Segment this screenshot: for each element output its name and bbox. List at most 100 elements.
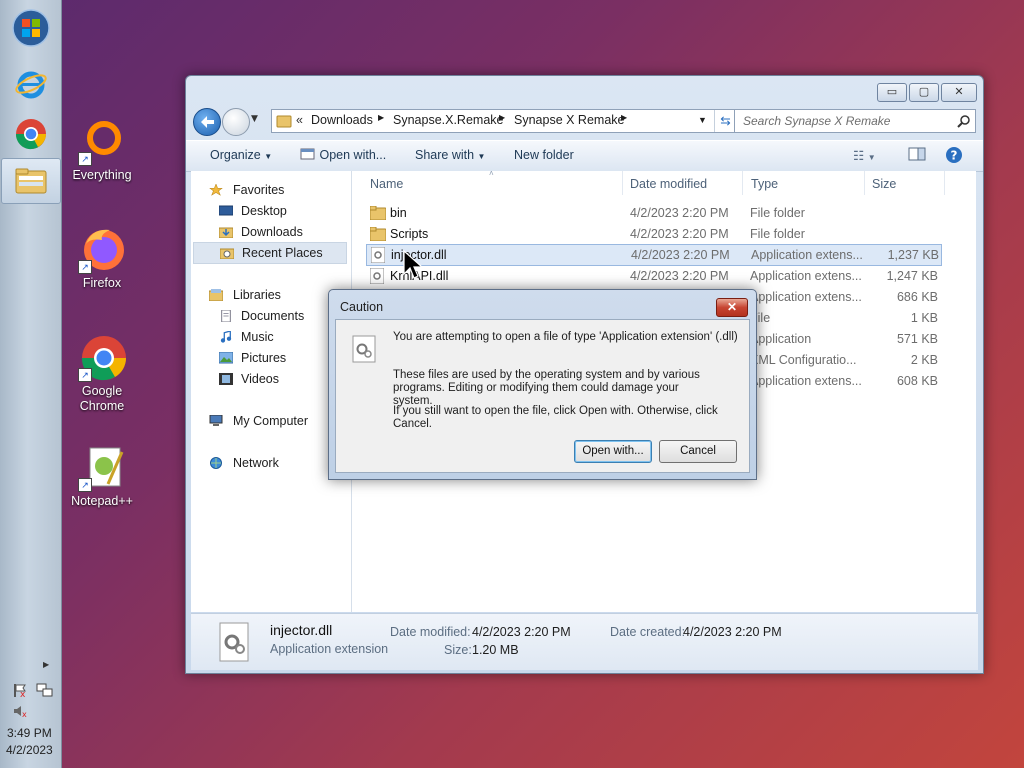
taskbar-explorer[interactable] (1, 158, 61, 204)
breadcrumb-overflow[interactable]: « (296, 113, 303, 127)
desktop-icon-google-chrome[interactable]: ↗ Google Chrome (62, 334, 142, 414)
dll-file-icon (371, 247, 385, 263)
open-with-icon (300, 148, 315, 160)
breadcrumb-synapse-x-remake-folder[interactable]: Synapse.X.Remake (393, 113, 503, 127)
nav-videos[interactable]: Videos (219, 369, 279, 389)
taskbar-chrome[interactable] (6, 112, 55, 156)
view-options-button[interactable]: ☷ ▼ (853, 148, 876, 163)
organize-label: Organize (210, 148, 261, 162)
nav-my-computer[interactable]: My Computer (209, 411, 308, 431)
command-bar: Organize ▼ Open with... Share with ▼ New… (186, 140, 983, 172)
column-divider[interactable] (742, 171, 743, 195)
breadcrumb-separator-icon[interactable]: ▶ (378, 113, 384, 122)
desktop-icon-firefox[interactable]: ↗ Firefox (62, 226, 142, 291)
chrome-icon (15, 119, 46, 150)
cancel-button[interactable]: Cancel (659, 440, 737, 463)
show-hidden-icons-arrow[interactable]: ▶ (43, 660, 49, 669)
nav-pictures[interactable]: Pictures (219, 348, 286, 368)
new-folder-button[interactable]: New folder (514, 148, 574, 162)
file-date: 4/2/2023 2:20 PM (631, 248, 730, 262)
network-icon[interactable] (36, 682, 54, 701)
address-bar[interactable]: « Downloads ▶ Synapse.X.Remake ▶ Synapse… (271, 109, 737, 133)
forward-button[interactable] (222, 108, 250, 136)
nav-libraries[interactable]: Libraries (209, 285, 281, 305)
dialog-message-warning: These files are used by the operating sy… (393, 369, 700, 407)
file-row-scripts[interactable]: Scripts 4/2/2023 2:20 PM File folder (366, 224, 940, 244)
view-list-icon: ☷ (853, 149, 865, 163)
nav-music[interactable]: Music (219, 327, 274, 347)
everything-icon: ↗ (78, 118, 126, 166)
breadcrumb-separator-icon[interactable]: ▶ (499, 113, 505, 122)
address-dropdown-icon[interactable]: ▼ (698, 115, 707, 125)
svg-text:x: x (20, 690, 26, 698)
chrome-icon: ↗ (78, 334, 126, 382)
star-icon (209, 184, 223, 196)
file-row-injector-dll[interactable]: injector.dll 4/2/2023 2:20 PM Applicatio… (366, 244, 942, 266)
column-header-size[interactable]: Size (872, 177, 896, 191)
close-window-button[interactable]: ✕ (941, 83, 977, 102)
desktop-icon-label: Everything (72, 168, 132, 182)
open-with-label: Open with... (319, 148, 387, 162)
search-box[interactable]: Search Synapse X Remake (734, 109, 976, 133)
column-divider[interactable] (944, 171, 945, 195)
help-button[interactable]: ? (945, 146, 963, 167)
clock-time[interactable]: 3:49 PM (7, 726, 52, 740)
folder-explorer-icon (15, 168, 47, 194)
open-with-button[interactable]: Open with... (300, 148, 386, 162)
file-type: XML Configuratio... (750, 353, 857, 367)
share-with-button[interactable]: Share with ▼ (415, 148, 485, 162)
minimize-button[interactable]: ▭ (877, 83, 907, 102)
svg-text:?: ? (951, 149, 958, 163)
refresh-icon[interactable]: ⇆ (714, 110, 736, 132)
recent-pages-dropdown[interactable]: ▼ (251, 114, 258, 124)
column-header-name[interactable]: Name (370, 177, 403, 191)
maximize-button[interactable]: ▢ (909, 83, 939, 102)
nav-desktop[interactable]: Desktop (219, 201, 287, 221)
nav-documents[interactable]: Documents (219, 306, 304, 326)
search-icon[interactable] (957, 114, 971, 128)
nav-downloads[interactable]: Downloads (219, 222, 303, 242)
open-with-dialog-button[interactable]: Open with... (574, 440, 652, 463)
file-type: Application extens... (750, 374, 862, 388)
folder-icon (276, 115, 292, 128)
shortcut-arrow-icon: ↗ (78, 260, 92, 274)
taskbar-internet-explorer[interactable] (6, 62, 55, 106)
breadcrumb-separator-icon[interactable]: ▶ (621, 113, 627, 122)
nav-network[interactable]: Network (209, 453, 279, 473)
nav-favorites[interactable]: Favorites (209, 180, 284, 200)
desktop-icon-everything[interactable]: ↗ Everything (62, 118, 142, 183)
breadcrumb-downloads[interactable]: Downloads (311, 113, 373, 127)
file-date: 4/2/2023 2:20 PM (630, 227, 729, 241)
internet-explorer-icon (14, 71, 47, 99)
nav-recent-places[interactable]: Recent Places (193, 242, 347, 264)
clock-date[interactable]: 4/2/2023 (6, 743, 53, 757)
start-button[interactable] (6, 6, 55, 50)
preview-pane-button[interactable] (908, 146, 926, 165)
breadcrumb-synapse-x-remake[interactable]: Synapse X Remake (514, 113, 624, 127)
column-header-type[interactable]: Type (751, 177, 778, 191)
details-file-type: Application extension (270, 642, 389, 656)
back-button[interactable] (193, 108, 221, 136)
file-row-bin[interactable]: bin 4/2/2023 2:20 PM File folder (366, 203, 940, 223)
file-type: Application (750, 332, 812, 346)
volume-muted-icon[interactable]: x (12, 704, 28, 721)
file-row-krnlapi-dll[interactable]: KrnlAPI.dll 4/2/2023 2:20 PM Application… (366, 266, 940, 286)
desktop-icon-notepad-plus-plus[interactable]: ↗ Notepad++ (62, 444, 142, 509)
file-size: 608 KB (896, 374, 938, 388)
details-created-value: 4/2/2023 2:20 PM (683, 625, 782, 639)
organize-button[interactable]: Organize ▼ (210, 148, 272, 162)
column-header-date-modified[interactable]: Date modified (630, 177, 707, 191)
recent-places-icon (220, 248, 234, 259)
dialog-body: You are attempting to open a file of typ… (335, 319, 750, 473)
details-created-label: Date created: (610, 625, 686, 639)
nav-my-computer-label: My Computer (233, 414, 309, 428)
notepad-plus-plus-icon: ↗ (78, 444, 126, 492)
dialog-close-button[interactable]: ✕ (716, 298, 748, 317)
videos-film-icon (219, 373, 233, 385)
file-name: bin (390, 206, 407, 220)
column-divider[interactable] (622, 171, 623, 195)
column-divider[interactable] (864, 171, 865, 195)
preview-pane-icon (908, 147, 926, 161)
action-center-flag-icon[interactable]: x (12, 682, 28, 701)
nav-recent-places-label: Recent Places (242, 246, 323, 260)
